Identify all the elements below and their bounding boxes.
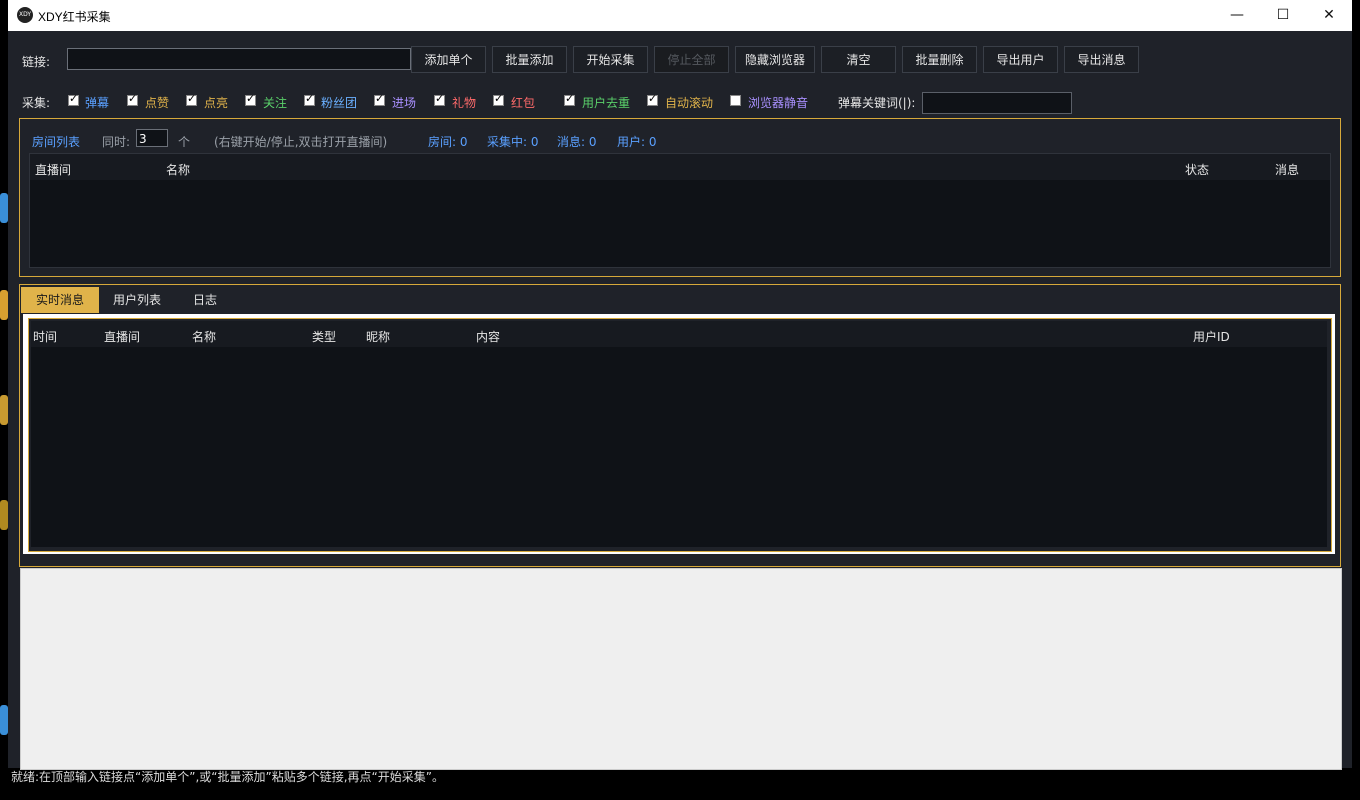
export-users-button[interactable]: 导出用户 bbox=[983, 46, 1058, 73]
follow-label: 关注 bbox=[263, 96, 288, 110]
window-title: XDY红书采集 bbox=[38, 10, 111, 24]
concurrent-label: 同时: bbox=[102, 135, 131, 149]
tab-realtime-messages[interactable]: 实时消息 bbox=[21, 287, 99, 313]
clear-button[interactable]: 清空 bbox=[821, 46, 896, 73]
col-status[interactable]: 状态 bbox=[1185, 161, 1209, 178]
like-label: 点赞 bbox=[145, 96, 170, 110]
desktop-icon[interactable] bbox=[0, 500, 8, 530]
dedupe-checkbox[interactable] bbox=[564, 92, 575, 106]
message-frame: 时间 直播间 名称 类型 昵称 内容 用户ID bbox=[28, 318, 1332, 552]
stop-all-button[interactable]: 停止全部 bbox=[654, 46, 729, 73]
gift-checkbox[interactable] bbox=[434, 92, 445, 106]
like-checkbox[interactable] bbox=[127, 92, 138, 106]
stat-rooms: 房间: 0 bbox=[428, 135, 468, 149]
light-checkbox[interactable] bbox=[186, 92, 197, 106]
desktop-icon[interactable] bbox=[0, 193, 8, 223]
batch-delete-button[interactable]: 批量删除 bbox=[902, 46, 977, 73]
redpacket-checkbox[interactable] bbox=[493, 92, 504, 106]
app-window: XDY XDY红书采集 — ☐ ✕ 链接: 添加单个 批量添加 开始采集 停止全… bbox=[8, 0, 1352, 770]
room-table[interactable]: 直播间 名称 状态 消息 bbox=[29, 153, 1331, 268]
autoscroll-checkbox[interactable] bbox=[647, 92, 658, 106]
col-messages[interactable]: 消息 bbox=[1275, 161, 1299, 178]
message-table-header: 时间 直播间 名称 类型 昵称 内容 用户ID bbox=[31, 321, 1327, 347]
danmu-label: 弹幕 bbox=[85, 96, 110, 110]
room-list-panel: 房间列表 同时: 3 个 (右键开始/停止,双击打开直播间) 房间: 0 采集中… bbox=[19, 118, 1341, 277]
batch-add-button[interactable]: 批量添加 bbox=[492, 46, 567, 73]
desktop-icon[interactable] bbox=[0, 395, 8, 425]
add-single-button[interactable]: 添加单个 bbox=[411, 46, 486, 73]
message-table[interactable]: 时间 直播间 名称 类型 昵称 内容 用户ID bbox=[31, 321, 1327, 547]
minimize-button[interactable]: — bbox=[1214, 0, 1260, 31]
light-label: 点亮 bbox=[204, 96, 229, 110]
col-nickname[interactable]: 昵称 bbox=[366, 328, 390, 345]
start-collect-button[interactable]: 开始采集 bbox=[573, 46, 648, 73]
enter-label: 进场 bbox=[392, 96, 417, 110]
mute-checkbox[interactable] bbox=[730, 95, 741, 106]
maximize-button[interactable]: ☐ bbox=[1260, 0, 1306, 31]
room-list-title: 房间列表 bbox=[32, 135, 81, 149]
danmu-checkbox[interactable] bbox=[68, 92, 79, 106]
concurrent-unit: 个 bbox=[178, 135, 191, 149]
enter-checkbox[interactable] bbox=[374, 92, 385, 106]
status-text: 就绪:在顶部输入链接点“添加单个”,或“批量添加”粘贴多个链接,再点“开始采集”… bbox=[11, 770, 444, 784]
log-output-area[interactable] bbox=[20, 568, 1342, 770]
col-live-room[interactable]: 直播间 bbox=[35, 161, 71, 178]
hide-browser-button[interactable]: 隐藏浏览器 bbox=[735, 46, 815, 73]
stat-collecting: 采集中: 0 bbox=[487, 135, 539, 149]
stat-messages: 消息: 0 bbox=[557, 135, 597, 149]
concurrent-input[interactable]: 3 bbox=[136, 129, 168, 147]
keyword-input[interactable] bbox=[922, 92, 1072, 114]
collect-options: 采集: 弹幕 点赞 点亮 关注 粉丝团 进场 礼物 红包 用户去重 自动滚动 浏… bbox=[8, 92, 1352, 114]
tab-log[interactable]: 日志 bbox=[180, 287, 230, 313]
col-name[interactable]: 名称 bbox=[192, 328, 216, 345]
title-bar[interactable]: XDY XDY红书采集 — ☐ ✕ bbox=[8, 0, 1352, 31]
room-table-header: 直播间 名称 状态 消息 bbox=[30, 154, 1330, 180]
export-messages-button[interactable]: 导出消息 bbox=[1064, 46, 1139, 73]
stat-users: 用户: 0 bbox=[617, 135, 657, 149]
toolbar: 链接: 添加单个 批量添加 开始采集 停止全部 隐藏浏览器 清空 批量删除 导出… bbox=[8, 45, 1352, 75]
col-live-room[interactable]: 直播间 bbox=[104, 328, 140, 345]
autoscroll-label: 自动滚动 bbox=[665, 96, 714, 110]
desktop-icon[interactable] bbox=[0, 705, 8, 735]
room-hint: (右键开始/停止,双击打开直播间) bbox=[214, 135, 388, 149]
col-time[interactable]: 时间 bbox=[33, 328, 57, 345]
message-panel: 实时消息 用户列表 日志 时间 直播间 名称 类型 昵称 内容 用户ID bbox=[19, 284, 1341, 567]
redpacket-label: 红包 bbox=[511, 96, 536, 110]
link-input[interactable] bbox=[67, 48, 411, 70]
room-list-header: 房间列表 同时: 3 个 (右键开始/停止,双击打开直播间) 房间: 0 采集中… bbox=[20, 129, 1340, 149]
dedupe-label: 用户去重 bbox=[582, 96, 631, 110]
tab-content: 时间 直播间 名称 类型 昵称 内容 用户ID bbox=[23, 314, 1335, 554]
col-type[interactable]: 类型 bbox=[312, 328, 336, 345]
tab-user-list[interactable]: 用户列表 bbox=[102, 287, 172, 313]
col-content[interactable]: 内容 bbox=[476, 328, 500, 345]
fanclub-checkbox[interactable] bbox=[304, 92, 315, 106]
col-user-id[interactable]: 用户ID bbox=[1193, 328, 1230, 345]
link-label: 链接: bbox=[22, 55, 51, 69]
app-logo-icon: XDY bbox=[17, 7, 33, 23]
close-button[interactable]: ✕ bbox=[1306, 0, 1352, 31]
gift-label: 礼物 bbox=[452, 96, 477, 110]
collect-label: 采集: bbox=[22, 96, 51, 110]
status-bar: 就绪:在顶部输入链接点“添加单个”,或“批量添加”粘贴多个链接,再点“开始采集”… bbox=[0, 768, 700, 786]
col-name[interactable]: 名称 bbox=[166, 161, 190, 178]
fanclub-label: 粉丝团 bbox=[321, 96, 358, 110]
keyword-label: 弹幕关键词(|): bbox=[838, 96, 916, 110]
desktop-icon[interactable] bbox=[0, 290, 8, 320]
follow-checkbox[interactable] bbox=[245, 92, 256, 106]
mute-label: 浏览器静音 bbox=[748, 96, 809, 110]
